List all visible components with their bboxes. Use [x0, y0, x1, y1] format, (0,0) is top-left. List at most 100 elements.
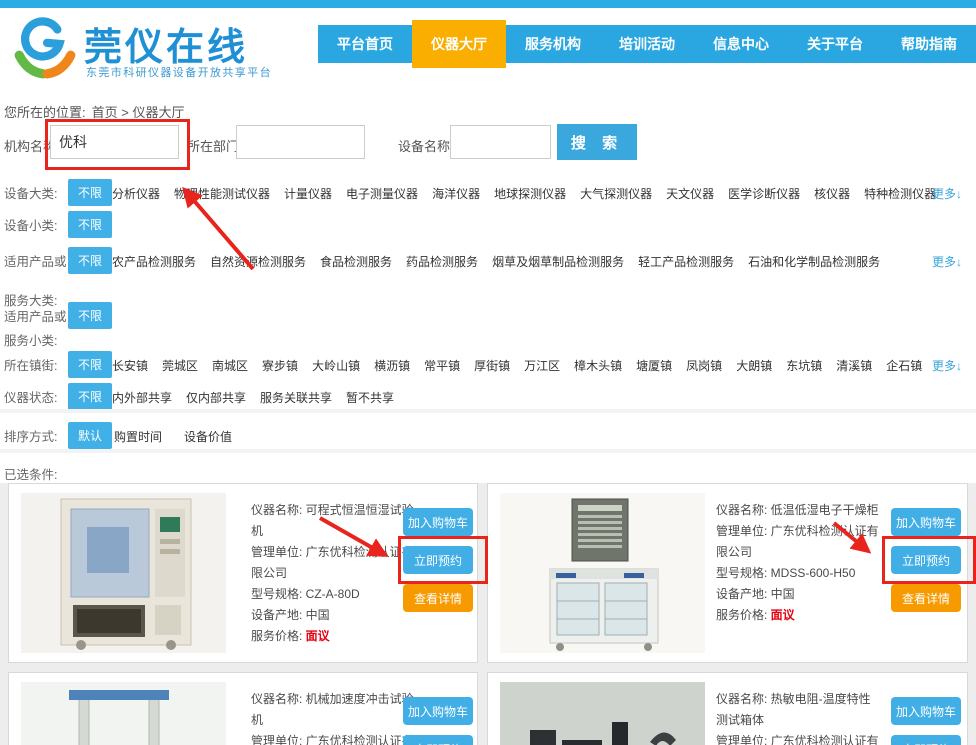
card-buttons: 加入购物车立即预约查看详情 [891, 508, 961, 612]
detail-label: 仪器名称: [716, 503, 771, 517]
search-button[interactable]: 搜 索 [557, 124, 637, 160]
filter-option[interactable]: 长安镇 [112, 357, 148, 374]
sort-option[interactable]: 购置时间 [114, 428, 162, 445]
filter-option[interactable]: 自然资源检测服务 [210, 253, 306, 270]
filter-option[interactable]: 食品检测服务 [320, 253, 392, 270]
nav-item-5[interactable]: 信息中心 [694, 25, 788, 63]
filter-option[interactable]: 万江区 [524, 357, 560, 374]
book-now-button[interactable]: 立即预约 [403, 735, 473, 745]
main-nav: 平台首页仪器大厅服务机构培训活动信息中心关于平台帮助指南 [318, 25, 976, 63]
divider [0, 449, 976, 453]
detail-line: 服务价格: 面议 [716, 605, 881, 626]
equipment-photo-frame[interactable] [21, 682, 226, 745]
filter-option[interactable]: 莞城区 [162, 357, 198, 374]
filter-option[interactable]: 核仪器 [814, 185, 850, 202]
detail-label: 管理单位: [251, 734, 306, 745]
nav-item-3[interactable]: 服务机构 [506, 25, 600, 63]
filter-option[interactable]: 厚街镇 [474, 357, 510, 374]
equipment-details: 仪器名称: 可程式恒温恒湿试验机管理单位: 广东优科检测认证有限公司型号规格: … [251, 500, 416, 647]
detail-value: 中国 [306, 608, 330, 622]
filter-option[interactable]: 物理性能测试仪器 [174, 185, 270, 202]
filter-option[interactable]: 大气探测仪器 [580, 185, 652, 202]
nav-item-6[interactable]: 关于平台 [788, 25, 882, 63]
filter-option[interactable]: 天文仪器 [666, 185, 714, 202]
filter-option[interactable]: 农产品检测服务 [112, 253, 196, 270]
more-link[interactable]: 更多↓ [932, 253, 962, 270]
view-details-button[interactable]: 查看详情 [403, 584, 473, 612]
more-link[interactable]: 更多↓ [932, 185, 962, 202]
filter-option[interactable]: 塘厦镇 [636, 357, 672, 374]
filter-option[interactable]: 地球探测仪器 [494, 185, 566, 202]
filter-option[interactable]: 轻工产品检测服务 [638, 253, 734, 270]
breadcrumb: 您所在的位置:首页 > 仪器大厅 [4, 102, 184, 121]
filter-option[interactable]: 南城区 [212, 357, 248, 374]
filter-label: 设备大类: [4, 183, 57, 202]
card-buttons: 加入购物车立即预约查看详情 [403, 508, 473, 612]
nav-item-1[interactable]: 平台首页 [318, 25, 412, 63]
filter-selected-chip[interactable]: 不限 [68, 351, 112, 378]
detail-line: 仪器名称: 低温低湿电子干燥柜 [716, 500, 881, 521]
filter-option[interactable]: 海洋仪器 [432, 185, 480, 202]
nav-item-4[interactable]: 培训活动 [600, 25, 694, 63]
more-link[interactable]: 更多↓ [932, 357, 962, 374]
filter-selected-chip[interactable]: 不限 [68, 247, 112, 274]
divider [0, 409, 976, 413]
filter-option[interactable]: 大朗镇 [736, 357, 772, 374]
filter-option[interactable]: 药品检测服务 [406, 253, 478, 270]
filter-options: 分析仪器物理性能测试仪器计量仪器电子测量仪器海洋仪器地球探测仪器大气探测仪器天文… [112, 185, 936, 202]
nav-item-2[interactable]: 仪器大厅 [412, 20, 506, 68]
filter-option[interactable]: 东坑镇 [786, 357, 822, 374]
book-now-button[interactable]: 立即预约 [403, 546, 473, 574]
filter-selected-chip[interactable]: 不限 [68, 179, 112, 206]
filter-option[interactable]: 常平镇 [424, 357, 460, 374]
platform-subtitle: 东莞市科研仪器设备开放共享平台 [86, 64, 272, 80]
view-details-button[interactable]: 查看详情 [891, 584, 961, 612]
filter-selected-chip[interactable]: 不限 [68, 211, 112, 238]
add-to-cart-button[interactable]: 加入购物车 [891, 508, 961, 536]
book-now-button[interactable]: 立即预约 [891, 735, 961, 745]
card-buttons: 加入购物车立即预约 [891, 697, 961, 745]
filter-options: 内外部共享仅内部共享服务关联共享暂不共享 [112, 389, 394, 406]
equipment-photo-cabinet[interactable] [500, 493, 705, 653]
equipment-photo-chamber[interactable] [21, 493, 226, 653]
filter-option[interactable]: 计量仪器 [284, 185, 332, 202]
filter-option[interactable]: 企石镇 [886, 357, 922, 374]
filter-option[interactable]: 寮步镇 [262, 357, 298, 374]
add-to-cart-button[interactable]: 加入购物车 [891, 697, 961, 725]
filter-selected-chip[interactable]: 不限 [68, 383, 112, 410]
detail-label: 管理单位: [251, 545, 306, 559]
org-name-input[interactable] [50, 125, 179, 159]
nav-item-7[interactable]: 帮助指南 [882, 25, 976, 63]
detail-line: 仪器名称: 机械加速度冲击试验机 [251, 689, 416, 731]
equipment-photo-bench[interactable] [500, 682, 705, 745]
filter-option[interactable]: 樟木头镇 [574, 357, 622, 374]
filter-option[interactable]: 仅内部共享 [186, 389, 246, 406]
filter-option[interactable]: 石油和化学制品检测服务 [748, 253, 880, 270]
filter-option[interactable]: 电子测量仪器 [346, 185, 418, 202]
add-to-cart-button[interactable]: 加入购物车 [403, 697, 473, 725]
filter-option[interactable]: 凤岗镇 [686, 357, 722, 374]
filter-option[interactable]: 医学诊断仪器 [728, 185, 800, 202]
filter-option[interactable]: 暂不共享 [346, 389, 394, 406]
filter-option[interactable]: 服务关联共享 [260, 389, 332, 406]
add-to-cart-button[interactable]: 加入购物车 [403, 508, 473, 536]
filter-option[interactable]: 特种检测仪器 [864, 185, 936, 202]
sort-option[interactable]: 设备价值 [184, 428, 232, 445]
filter-option[interactable]: 横沥镇 [374, 357, 410, 374]
filter-selected-chip[interactable]: 不限 [68, 302, 112, 329]
filter-option[interactable]: 内外部共享 [112, 389, 172, 406]
equipment-details: 仪器名称: 热敏电阻-温度特性测试箱体管理单位: 广东优科检测认证有限公司 [716, 689, 881, 745]
sort-selected-chip[interactable]: 默认 [68, 422, 112, 449]
detail-line: 仪器名称: 可程式恒温恒湿试验机 [251, 500, 416, 542]
filter-label: 设备小类: [4, 215, 57, 234]
filter-option[interactable]: 分析仪器 [112, 185, 160, 202]
equipment-card-2: 仪器名称: 低温低湿电子干燥柜管理单位: 广东优科检测认证有限公司型号规格: M… [487, 483, 968, 663]
device-name-input[interactable] [450, 125, 551, 159]
department-input[interactable] [236, 125, 365, 159]
detail-line: 设备产地: 中国 [251, 605, 416, 626]
filter-option[interactable]: 烟草及烟草制品检测服务 [492, 253, 624, 270]
filter-option[interactable]: 大岭山镇 [312, 357, 360, 374]
breadcrumb-path[interactable]: 首页 > 仪器大厅 [92, 105, 185, 120]
filter-option[interactable]: 清溪镇 [836, 357, 872, 374]
book-now-button[interactable]: 立即预约 [891, 546, 961, 574]
